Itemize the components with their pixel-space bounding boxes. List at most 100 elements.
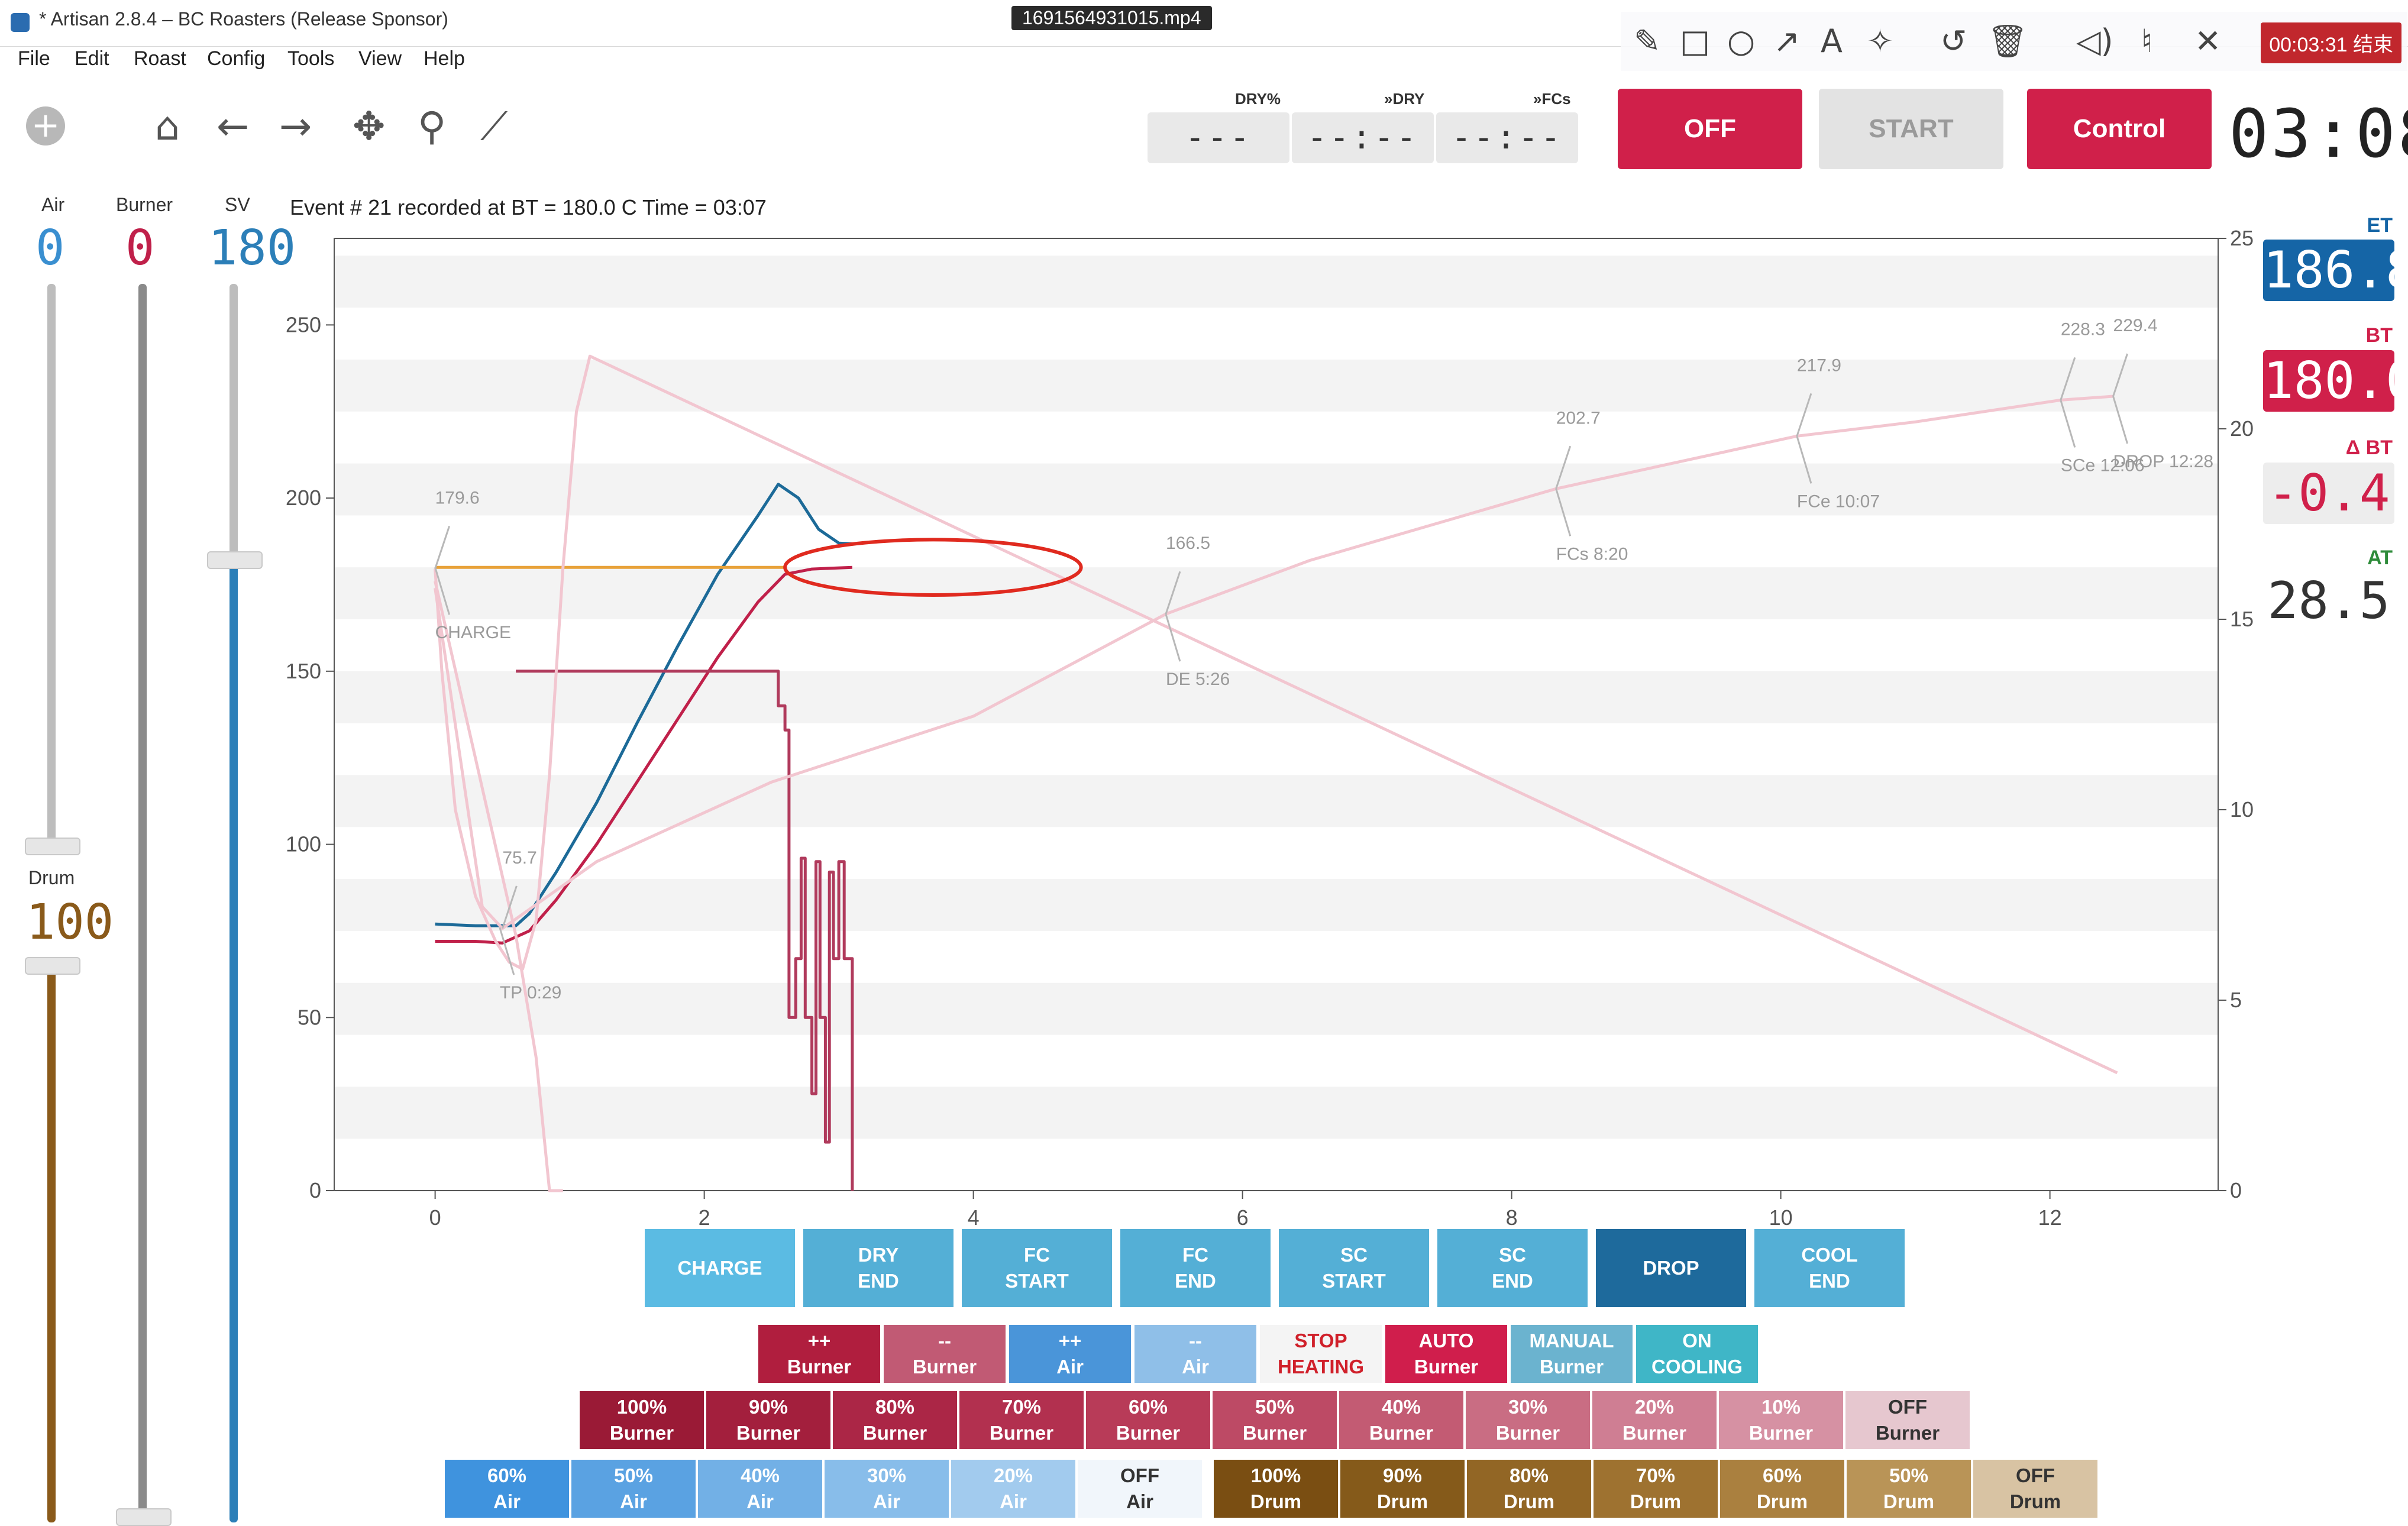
burner-button-30-burner[interactable]: 30% Burner	[1466, 1391, 1590, 1449]
control-button--air[interactable]: ++ Air	[1009, 1325, 1131, 1383]
y2-tick-label: 25	[2230, 226, 2254, 250]
burner-button-40-burner[interactable]: 40% Burner	[1339, 1391, 1463, 1449]
button-label: 50%	[1255, 1396, 1295, 1418]
button-label: Burner	[787, 1356, 852, 1378]
control-button--air[interactable]: -- Air	[1134, 1325, 1256, 1383]
air-button-40-air[interactable]: 40% Air	[698, 1460, 822, 1518]
button-label: Drum	[1630, 1491, 1682, 1512]
x-tick-label: 6	[1237, 1205, 1249, 1230]
annotation-label: FCe 10:07	[1797, 492, 1880, 511]
event-button-sc-end[interactable]: SC END	[1437, 1229, 1588, 1307]
chart-grid-bands	[334, 256, 2218, 1139]
y-tick-label: 50	[298, 1005, 321, 1029]
burner-button-100-burner[interactable]: 100% Burner	[580, 1391, 704, 1449]
control-button-on-cooling[interactable]: ON COOLING	[1636, 1325, 1758, 1383]
button-label: Air	[746, 1491, 774, 1512]
burner-button-90-burner[interactable]: 90% Burner	[706, 1391, 830, 1449]
event-button-drop[interactable]: DROP	[1596, 1229, 1746, 1307]
button-label: SC	[1499, 1244, 1526, 1266]
control-button-auto-burner[interactable]: AUTO Burner	[1385, 1325, 1507, 1383]
y2-tick-label: 10	[2230, 797, 2254, 822]
air-button-20-air[interactable]: 20% Air	[951, 1460, 1075, 1518]
button-label: Air	[1182, 1356, 1209, 1378]
burner-button-10-burner[interactable]: 10% Burner	[1719, 1391, 1843, 1449]
button-label: ++	[1058, 1330, 1082, 1352]
drum-button-70-drum[interactable]: 70% Drum	[1594, 1460, 1718, 1518]
button-label: Burner	[1116, 1422, 1181, 1444]
button-label: FC	[1182, 1244, 1208, 1266]
control-button-manual-burner[interactable]: MANUAL Burner	[1511, 1325, 1633, 1383]
event-button-fc-start[interactable]: FC START	[962, 1229, 1112, 1307]
annotation-leader	[434, 526, 451, 569]
x-tick-label: 0	[429, 1205, 441, 1230]
air-button-off-air[interactable]: OFF Air	[1078, 1460, 1202, 1518]
button-label: MANUAL	[1529, 1330, 1614, 1352]
annotation-label: 166.5	[1166, 534, 1210, 553]
burner-button-off-burner[interactable]: OFF Burner	[1845, 1391, 1970, 1449]
annotation-label: 202.7	[1556, 408, 1601, 428]
annotation-label: TP 0:29	[500, 983, 562, 1003]
button-label: Burner	[862, 1422, 927, 1444]
grid-band	[334, 463, 2218, 516]
burner-button-80-burner[interactable]: 80% Burner	[833, 1391, 957, 1449]
button-label: 20%	[1634, 1396, 1675, 1418]
event-button-sc-start[interactable]: SC START	[1279, 1229, 1429, 1307]
grid-band	[334, 879, 2218, 931]
drum-button-100-drum[interactable]: 100% Drum	[1214, 1460, 1338, 1518]
button-label: 90%	[1382, 1464, 1423, 1486]
drum-button-90-drum[interactable]: 90% Drum	[1340, 1460, 1465, 1518]
grid-band	[334, 567, 2218, 619]
annotation-label: DE 5:26	[1166, 670, 1230, 689]
event-button-charge[interactable]: CHARGE	[645, 1229, 795, 1307]
button-label: Drum	[2009, 1491, 2061, 1512]
button-label: OFF	[1120, 1464, 1159, 1486]
button-label: END	[858, 1270, 899, 1292]
button-label: Air	[493, 1491, 521, 1512]
event-button-fc-end[interactable]: FC END	[1120, 1229, 1271, 1307]
button-label: 30%	[1508, 1396, 1548, 1418]
button-label: Burner	[736, 1422, 801, 1444]
x-tick-label: 12	[2038, 1205, 2062, 1230]
button-label: 40%	[740, 1464, 780, 1486]
annotation-label: DROP 12:28	[2113, 452, 2214, 471]
annotation-label: 217.9	[1797, 355, 1841, 375]
x-tick-label: 8	[1506, 1205, 1518, 1230]
y2-tick-label: 20	[2230, 416, 2254, 441]
button-label: DRY	[858, 1244, 899, 1266]
drum-button-off-drum[interactable]: OFF Drum	[1973, 1460, 2097, 1518]
x-tick-label: 2	[699, 1205, 710, 1230]
air-button-30-air[interactable]: 30% Air	[825, 1460, 949, 1518]
button-label: Air	[1000, 1491, 1027, 1512]
event-button-cool-end[interactable]: COOL END	[1754, 1229, 1905, 1307]
control-button-stop-heating[interactable]: STOP HEATING	[1260, 1325, 1382, 1383]
burner-button-50-burner[interactable]: 50% Burner	[1213, 1391, 1337, 1449]
event-button-dry-end[interactable]: DRY END	[803, 1229, 953, 1307]
button-label: Drum	[1503, 1491, 1555, 1512]
button-label: 70%	[1635, 1464, 1676, 1486]
button-label: Burner	[1414, 1356, 1479, 1378]
burner-button-20-burner[interactable]: 20% Burner	[1592, 1391, 1717, 1449]
button-label: 90%	[748, 1396, 788, 1418]
control-button--burner[interactable]: ++ Burner	[758, 1325, 880, 1383]
button-label: COOL	[1801, 1244, 1858, 1266]
button-label: Burner	[1539, 1356, 1604, 1378]
button-label: AUTO	[1418, 1330, 1474, 1352]
burner-button-60-burner[interactable]: 60% Burner	[1086, 1391, 1210, 1449]
button-label: --	[1189, 1330, 1202, 1352]
button-label: HEATING	[1277, 1356, 1365, 1378]
air-button-50-air[interactable]: 50% Air	[571, 1460, 696, 1518]
annotation-label: 75.7	[502, 848, 536, 868]
drum-button-50-drum[interactable]: 50% Drum	[1847, 1460, 1971, 1518]
button-label: CHARGE	[677, 1257, 762, 1279]
control-button--burner[interactable]: -- Burner	[884, 1325, 1006, 1383]
button-label: Burner	[989, 1422, 1054, 1444]
drum-button-60-drum[interactable]: 60% Drum	[1720, 1460, 1844, 1518]
drum-button-80-drum[interactable]: 80% Drum	[1467, 1460, 1591, 1518]
button-label: OFF	[1888, 1396, 1927, 1418]
button-label: Burner	[1622, 1422, 1687, 1444]
button-label: END	[1809, 1270, 1850, 1292]
button-label: 30%	[867, 1464, 907, 1486]
air-button-60-air[interactable]: 60% Air	[445, 1460, 569, 1518]
burner-button-70-burner[interactable]: 70% Burner	[959, 1391, 1084, 1449]
button-label: Air	[873, 1491, 900, 1512]
